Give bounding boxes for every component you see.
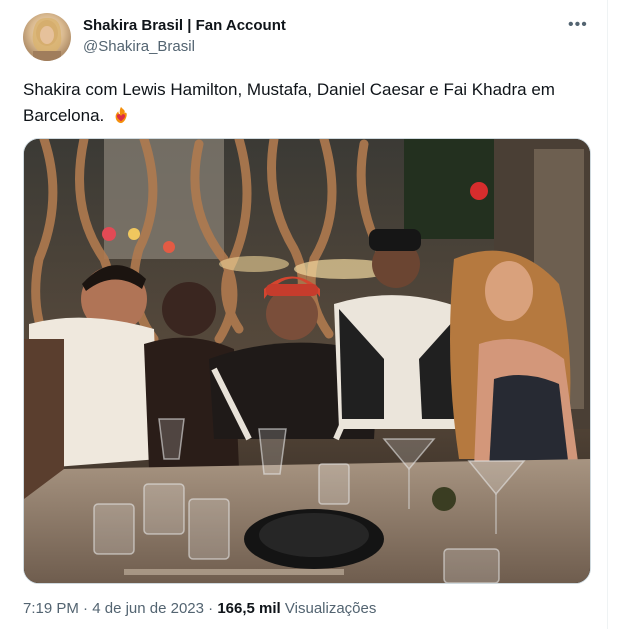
avatar[interactable] [23, 13, 71, 61]
tweet-photo[interactable] [23, 138, 591, 584]
group-photo-image [24, 139, 590, 583]
tweet-date[interactable]: 4 de jun de 2023 [92, 600, 204, 617]
heart-on-fire-icon [115, 106, 127, 124]
tweet-text-body: Shakira com Lewis Hamilton, Mustafa, Dan… [23, 80, 555, 125]
username-handle[interactable]: @Shakira_Brasil [83, 38, 195, 55]
meta-separator: · [208, 600, 214, 617]
tweet-metadata: 7:19 PM · 4 de jun de 2023 · 166,5 mil V… [23, 600, 376, 617]
views-count: 166,5 mil [217, 600, 281, 617]
views-label: Visualizações [284, 600, 377, 617]
tweet-text: Shakira com Lewis Hamilton, Mustafa, Dan… [23, 77, 583, 129]
more-options-icon[interactable]: ••• [568, 16, 588, 34]
display-name[interactable]: Shakira Brasil | Fan Account [83, 17, 286, 34]
tweet-time[interactable]: 7:19 PM [23, 600, 79, 617]
meta-separator: · [83, 600, 89, 617]
tweet-card: Shakira Brasil | Fan Account @Shakira_Br… [0, 0, 608, 629]
